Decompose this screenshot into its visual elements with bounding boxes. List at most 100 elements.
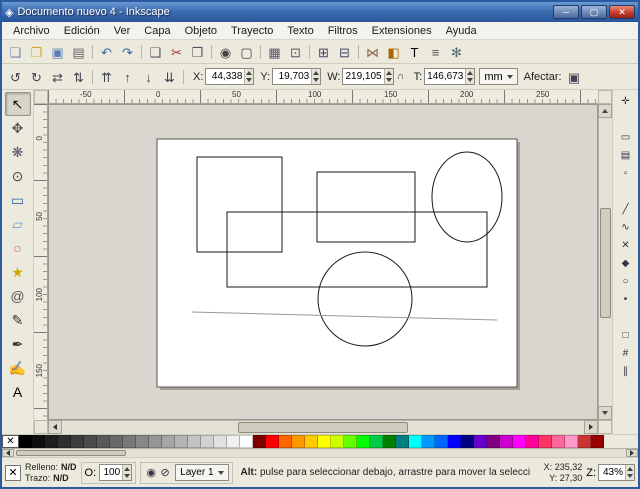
palette-swatch[interactable] [201, 435, 214, 448]
palette-swatch[interactable] [97, 435, 110, 448]
palette-swatch[interactable] [266, 435, 279, 448]
snap-page-border-toggle[interactable]: □ [616, 326, 636, 344]
node-tool[interactable]: ✥ [5, 116, 31, 140]
layer-visibility-toggle[interactable]: ◉ [144, 466, 158, 479]
menu-capa[interactable]: Capa [137, 24, 177, 38]
palette-swatch[interactable] [318, 435, 331, 448]
print-icon[interactable]: ▤ [68, 42, 89, 62]
y-value[interactable]: 19,703 [273, 69, 311, 84]
snap-cusp-node-toggle[interactable]: ◆ [616, 254, 636, 272]
palette-scroll-thumb[interactable] [16, 450, 126, 456]
maximize-button[interactable]: ▢ [581, 5, 607, 19]
palette-swatch[interactable] [227, 435, 240, 448]
opacity-entry[interactable]: 100 [99, 464, 132, 481]
lock-width-height-toggle[interactable]: ∩ [394, 71, 408, 82]
tweak-tool[interactable]: ❋ [5, 140, 31, 164]
snap-guide-toggle[interactable]: ∥ [616, 362, 636, 380]
drawing-svg[interactable] [49, 105, 598, 420]
no-color-swatch[interactable]: ✕ [2, 435, 19, 448]
spin-up-icon[interactable] [313, 71, 319, 75]
palette-swatch[interactable] [32, 435, 45, 448]
raise-to-top-icon[interactable]: ⇈ [96, 67, 117, 87]
scroll-up-icon[interactable] [598, 104, 612, 118]
scroll-down-icon[interactable] [598, 406, 612, 420]
spiral-tool[interactable]: @ [5, 284, 31, 308]
menu-trayecto[interactable]: Trayecto [224, 24, 280, 38]
copy-icon[interactable]: ❑ [145, 42, 166, 62]
snap-midpoint-toggle[interactable]: • [616, 290, 636, 308]
menu-extensiones[interactable]: Extensiones [365, 24, 439, 38]
snap-node-toggle[interactable]: ╱ [616, 200, 636, 218]
spin-down-icon[interactable] [124, 474, 130, 478]
palette-swatch[interactable] [45, 435, 58, 448]
align-dialog-icon[interactable]: ≡ [425, 42, 446, 62]
duplicate-icon[interactable]: ▦ [264, 42, 285, 62]
canvas-viewport[interactable] [48, 104, 598, 420]
palette-swatch[interactable] [409, 435, 422, 448]
snap-master-toggle[interactable]: ✛ [616, 92, 636, 110]
height-value[interactable]: 146,673 [425, 69, 465, 84]
palette-swatch[interactable] [19, 435, 32, 448]
lower-icon[interactable]: ↓ [138, 67, 159, 87]
spin-up-icon[interactable] [386, 71, 392, 75]
menu-edicion[interactable]: Edición [57, 24, 107, 38]
menu-objeto[interactable]: Objeto [178, 24, 224, 38]
snap-bbox-edge-toggle[interactable]: ▤ [616, 146, 636, 164]
width-value[interactable]: 219,105 [343, 69, 383, 84]
fill-stroke-swatch[interactable]: ✕ [5, 465, 21, 481]
palette-swatch[interactable] [240, 435, 253, 448]
palette-swatch[interactable] [71, 435, 84, 448]
menu-ver[interactable]: Ver [107, 24, 138, 38]
palette-swatch[interactable] [292, 435, 305, 448]
snap-smooth-node-toggle[interactable]: ○ [616, 272, 636, 290]
menu-filtros[interactable]: Filtros [321, 24, 365, 38]
raise-icon[interactable]: ↑ [117, 67, 138, 87]
palette-swatch[interactable] [214, 435, 227, 448]
selector-tool[interactable]: ↖ [5, 92, 31, 116]
palette-swatch[interactable] [526, 435, 539, 448]
flip-horizontal-icon[interactable]: ⇄ [47, 67, 68, 87]
star-tool[interactable]: ★ [5, 260, 31, 284]
text-tool[interactable]: A [5, 380, 31, 404]
menu-archivo[interactable]: Archivo [6, 24, 57, 38]
spin-up-icon[interactable] [627, 467, 633, 471]
width-entry[interactable]: 219,105 [342, 68, 393, 85]
layer-selector[interactable]: Layer 1 [175, 464, 228, 481]
opacity-spinner[interactable] [122, 465, 131, 480]
palette-swatch[interactable] [487, 435, 500, 448]
snap-grid-toggle[interactable]: # [616, 344, 636, 362]
preferences-icon[interactable]: ✻ [446, 42, 467, 62]
palette-swatch[interactable] [578, 435, 591, 448]
zoom-value[interactable]: 43% [599, 465, 625, 480]
palette-swatch[interactable] [84, 435, 97, 448]
palette-swatch[interactable] [591, 435, 604, 448]
title-bar[interactable]: ◈ Documento nuevo 4 - Inkscape ─▢✕ [2, 2, 638, 22]
cut-icon[interactable]: ✂ [166, 42, 187, 62]
palette-swatch[interactable] [149, 435, 162, 448]
palette-swatch[interactable] [370, 435, 383, 448]
palette-swatch[interactable] [357, 435, 370, 448]
undo-icon[interactable]: ↶ [96, 42, 117, 62]
palette-swatch[interactable] [123, 435, 136, 448]
palette-swatch[interactable] [110, 435, 123, 448]
spin-up-icon[interactable] [124, 467, 130, 471]
box3d-tool[interactable]: ▱ [5, 212, 31, 236]
spin-down-icon[interactable] [627, 474, 633, 478]
palette-swatch[interactable] [565, 435, 578, 448]
layer-lock-toggle[interactable]: ⊘ [158, 466, 172, 479]
save-icon[interactable]: ▣ [47, 42, 68, 62]
xml-editor-icon[interactable]: ⋈ [362, 42, 383, 62]
palette-swatch[interactable] [500, 435, 513, 448]
height-spinner[interactable] [465, 69, 474, 84]
rotate-cw-icon[interactable]: ↻ [26, 67, 47, 87]
spin-up-icon[interactable] [467, 71, 473, 75]
horizontal-scroll-thumb[interactable] [238, 422, 408, 433]
calligraphy-tool[interactable]: ✍ [5, 356, 31, 380]
text-dialog-icon[interactable]: T [404, 42, 425, 62]
height-entry[interactable]: 146,673 [424, 68, 475, 85]
palette-swatch[interactable] [396, 435, 409, 448]
zoom-page-icon[interactable]: ▢ [236, 42, 257, 62]
palette-swatch[interactable] [448, 435, 461, 448]
snap-bbox-toggle[interactable]: ▭ [616, 128, 636, 146]
group-icon[interactable]: ⊞ [313, 42, 334, 62]
